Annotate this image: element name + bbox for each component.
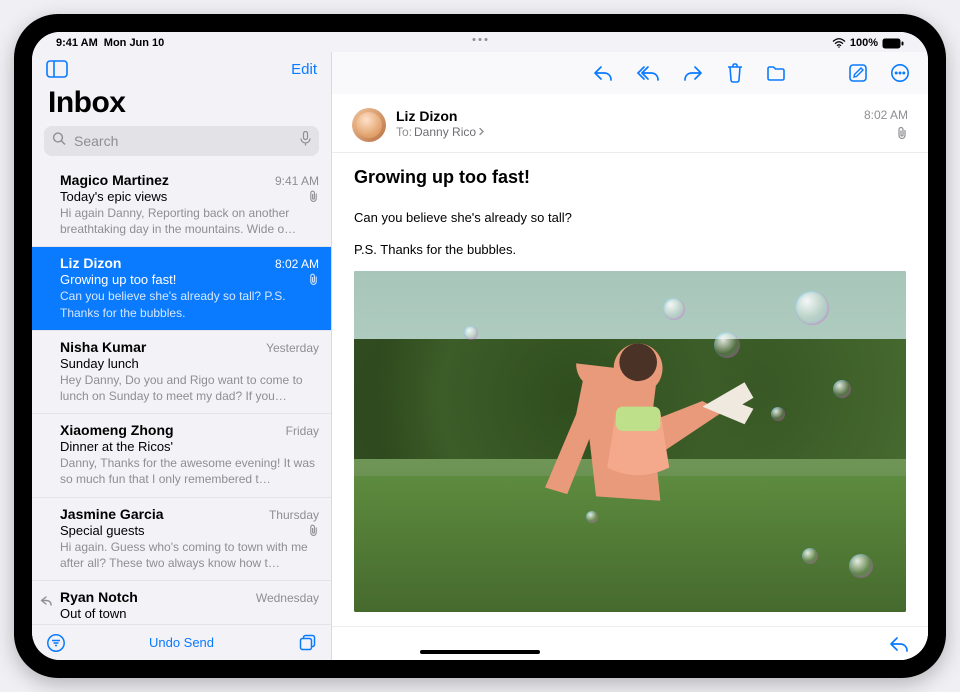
search-field-wrap[interactable] [44, 126, 319, 156]
status-date: Mon Jun 10 [104, 37, 165, 49]
detail-footer [332, 626, 928, 660]
message-preview: Hi again. Guess who's coming to town wit… [60, 539, 319, 571]
screen: 9:41 AM Mon Jun 10 100% Edit Inbox Magic… [32, 32, 928, 660]
message-sender: Nisha Kumar [60, 339, 146, 355]
message-subject: Growing up too fast! [60, 272, 176, 287]
message-body-line: P.S. Thanks for the bubbles. [354, 240, 906, 260]
message-row[interactable]: Liz Dizon 8:02 AM Growing up too fast!Can … [32, 247, 331, 330]
reply-button[interactable] [592, 63, 614, 83]
message-subject: Dinner at the Ricos' [60, 439, 173, 454]
message-sender: Xiaomeng Zhong [60, 422, 174, 438]
message-time: Wednesday [256, 591, 319, 605]
message-detail: Liz Dizon To: Danny Rico 8:02 AM Growing… [332, 52, 928, 660]
message-preview: Hey Danny, Do you and Rigo want to come … [60, 372, 319, 404]
message-time: 9:41 AM [275, 174, 319, 188]
search-icon [52, 132, 66, 151]
search-input[interactable] [44, 126, 319, 156]
message-subject: Today's epic views [60, 189, 167, 204]
undo-send-button[interactable]: Undo Send [149, 635, 214, 650]
message-time: 8:02 AM [864, 108, 908, 122]
attachment-icon [864, 126, 908, 140]
forward-button[interactable] [682, 63, 704, 83]
home-indicator[interactable] [420, 650, 540, 654]
multitasking-dots[interactable] [473, 38, 488, 41]
message-sender: Liz Dizon [60, 255, 121, 271]
message-row[interactable]: Nisha Kumar Yesterday Sunday lunchHey Dann… [32, 331, 331, 414]
message-preview: Can you believe she's already so tall? P… [60, 288, 319, 320]
message-preview: Howdy, neighbor, Just wanted to drop a q… [60, 622, 319, 624]
message-row[interactable]: Magico Martinez 9:41 AM Today's epic views… [32, 164, 331, 247]
trash-button[interactable] [726, 63, 744, 83]
new-window-button[interactable] [297, 633, 317, 653]
toggle-sidebar-button[interactable] [46, 60, 68, 78]
edit-button[interactable]: Edit [291, 61, 317, 78]
message-preview: Danny, Thanks for the awesome evening! I… [60, 455, 319, 487]
status-bar: 9:41 AM Mon Jun 10 100% [32, 32, 928, 52]
chevron-right-icon[interactable] [478, 125, 485, 139]
message-subject: Special guests [60, 523, 145, 538]
message-list[interactable]: Magico Martinez 9:41 AM Today's epic views… [32, 164, 331, 624]
reply-footer-button[interactable] [888, 635, 910, 653]
attachment-photo[interactable] [354, 271, 906, 612]
attachment-icon [308, 190, 319, 203]
message-time: Friday [286, 424, 319, 438]
message-time: 8:02 AM [275, 257, 319, 271]
reply-all-button[interactable] [636, 63, 660, 83]
move-button[interactable] [766, 63, 786, 83]
message-body-line: Can you believe she's already so tall? [354, 208, 906, 228]
more-button[interactable] [890, 63, 910, 83]
message-sender: Ryan Notch [60, 589, 138, 605]
message-preview: Hi again Danny, Reporting back on anothe… [60, 205, 319, 237]
message-sender: Magico Martinez [60, 172, 169, 188]
message-row[interactable]: Ryan Notch Wednesday Out of townHowdy, nei… [32, 581, 331, 624]
inbox-title: Inbox [32, 86, 331, 126]
compose-button[interactable] [848, 63, 868, 83]
attachment-icon [308, 524, 319, 537]
wifi-icon [832, 38, 846, 48]
message-time: Yesterday [266, 341, 319, 355]
sender-avatar[interactable] [352, 108, 386, 142]
message-subject: Sunday lunch [60, 356, 139, 371]
message-time: Thursday [269, 508, 319, 522]
inbox-sidebar: Edit Inbox Magico Martinez 9:41 AM Today's… [32, 52, 332, 660]
filter-button[interactable] [46, 633, 66, 653]
from-name[interactable]: Liz Dizon [396, 108, 485, 124]
detail-toolbar [332, 52, 928, 94]
reply-indicator-icon [40, 593, 52, 611]
to-label: To: [396, 125, 412, 139]
to-name[interactable]: Danny Rico [414, 125, 476, 139]
dictate-icon[interactable] [300, 131, 311, 151]
message-row[interactable]: Xiaomeng Zhong Friday Dinner at the Ricos'… [32, 414, 331, 497]
message-header[interactable]: Liz Dizon To: Danny Rico 8:02 AM [332, 94, 928, 153]
message-row[interactable]: Jasmine Garcia Thursday Special guestsHi a… [32, 498, 331, 581]
ipad-frame: 9:41 AM Mon Jun 10 100% Edit Inbox Magic… [14, 14, 946, 678]
status-time: 9:41 AM [56, 37, 98, 49]
message-subject: Growing up too fast! [354, 167, 906, 188]
message-sender: Jasmine Garcia [60, 506, 164, 522]
status-battery-pct: 100% [850, 37, 878, 49]
attachment-icon [308, 273, 319, 286]
battery-icon [882, 38, 904, 49]
message-subject: Out of town [60, 606, 126, 621]
